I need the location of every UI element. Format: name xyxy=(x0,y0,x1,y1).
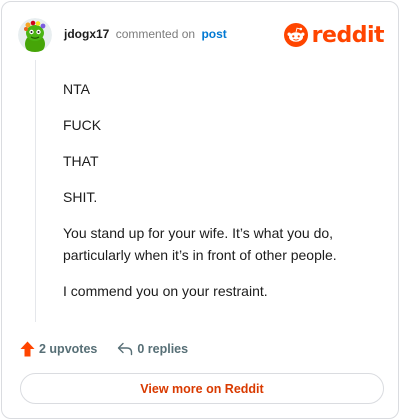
view-more-button[interactable]: View more on Reddit xyxy=(20,373,384,404)
comment-paragraph: THAT xyxy=(63,153,99,169)
action-text: commented on xyxy=(115,27,196,41)
upvote-button[interactable]: 2 upvotes xyxy=(20,341,97,357)
reply-arrow-icon xyxy=(118,342,133,356)
post-link[interactable]: post xyxy=(201,27,226,41)
replies-count: 0 replies xyxy=(137,342,189,356)
comment-paragraph: I commend you on your restraint. xyxy=(63,283,268,299)
comment-paragraph: You stand up for your wife. It’s what yo… xyxy=(63,225,337,263)
username[interactable]: jdogx17 xyxy=(64,27,109,41)
comment-actions: 2 upvotes 0 replies xyxy=(20,339,188,359)
replies-button[interactable]: 0 replies xyxy=(117,342,188,356)
comment-paragraph: NTA xyxy=(63,81,90,97)
reddit-wordmark: reddit xyxy=(311,22,385,48)
comment-header: jdogx17 commented on post reddit xyxy=(18,18,385,52)
comment-paragraph: SHIT. xyxy=(63,189,98,205)
comment-body: NTA FUCK THAT SHIT. You stand up for you… xyxy=(63,78,383,316)
upvote-arrow-icon xyxy=(20,341,35,357)
avatar-icon xyxy=(18,18,52,52)
avatar[interactable] xyxy=(18,18,52,52)
upvote-count: 2 upvotes xyxy=(39,342,98,356)
thread-line xyxy=(35,60,36,322)
reddit-logo[interactable]: reddit xyxy=(283,21,385,49)
reddit-snoo-icon xyxy=(283,23,308,47)
embedded-comment-card: jdogx17 commented on post reddit NTA FUC… xyxy=(1,1,399,419)
comment-meta: jdogx17 commented on post xyxy=(64,27,227,41)
comment-paragraph: FUCK xyxy=(63,117,102,133)
